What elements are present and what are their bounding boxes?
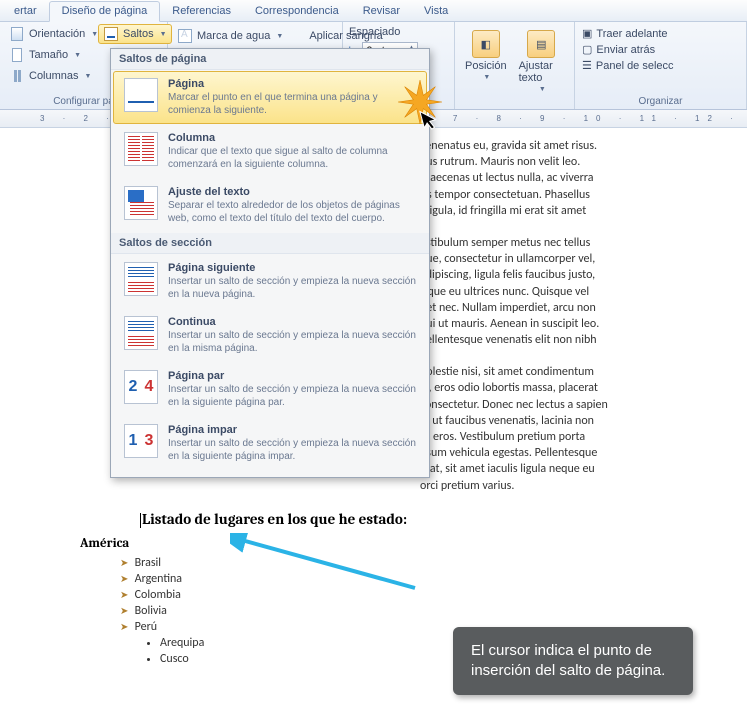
- send-backward-label: Enviar atrás: [596, 44, 655, 56]
- menu-item-page-break[interactable]: Página Marcar el punto en el que termina…: [113, 71, 427, 124]
- columns-icon: [9, 68, 25, 84]
- page-break-icon: [124, 78, 158, 112]
- text-wrap-break-icon: [124, 186, 158, 220]
- chevron-down-icon: ▼: [85, 73, 92, 80]
- instruction-callout: El cursor indica el punto de inserción d…: [453, 627, 693, 696]
- menu-item-desc: Separar el texto alrededor de los objeto…: [168, 200, 416, 225]
- tab-references[interactable]: Referencias: [160, 2, 243, 21]
- menu-section-section-breaks: Saltos de sección: [111, 233, 429, 254]
- text-cursor: [140, 513, 141, 528]
- wrap-text-icon: ▤: [527, 30, 555, 58]
- odd-page-icon: 13: [124, 424, 158, 458]
- watermark-label: Marca de agua: [197, 30, 270, 42]
- breaks-icon: [103, 26, 119, 42]
- menu-item-odd-page[interactable]: 13 Página impar Insertar un salto de sec…: [113, 417, 427, 470]
- menu-item-title: Columna: [168, 132, 416, 144]
- spacing-label: Espaciado: [347, 24, 450, 42]
- doc-heading: Listado de lugares en los que he estado:: [140, 510, 717, 528]
- menu-section-page-breaks: Saltos de página: [111, 49, 429, 70]
- menu-item-even-page[interactable]: 24 Página par Insertar un salto de secci…: [113, 363, 427, 416]
- menu-item-desc: Insertar un salto de sección y empieza l…: [168, 276, 416, 301]
- menu-item-desc: Insertar un salto de sección y empieza l…: [168, 438, 416, 463]
- next-page-icon: [124, 262, 158, 296]
- menu-item-desc: Insertar un salto de sección y empieza l…: [168, 384, 416, 409]
- bring-forward-button[interactable]: ▣ Traer adelante: [579, 26, 742, 41]
- chevron-down-icon: ▼: [160, 31, 167, 38]
- bring-forward-label: Traer adelante: [596, 28, 667, 40]
- send-backward-icon: ▢: [582, 43, 592, 56]
- breaks-label: Saltos: [123, 28, 154, 40]
- watermark-button[interactable]: Marca de agua ▼: [172, 26, 288, 46]
- position-label: Posición: [465, 60, 507, 72]
- size-label: Tamaño: [29, 49, 68, 61]
- send-backward-button[interactable]: ▢ Enviar atrás: [579, 42, 742, 57]
- bring-forward-icon: ▣: [582, 27, 592, 40]
- menu-item-title: Página: [168, 78, 416, 90]
- menu-item-title: Continua: [168, 316, 416, 328]
- position-icon: ◧: [472, 30, 500, 58]
- orientation-icon: [9, 26, 25, 42]
- menu-item-column-break[interactable]: Columna Indicar que el texto que sigue a…: [113, 125, 427, 178]
- tab-insert-partial[interactable]: ertar: [2, 2, 49, 21]
- tab-view[interactable]: Vista: [412, 2, 460, 21]
- menu-item-title: Página par: [168, 370, 416, 382]
- continuous-icon: [124, 316, 158, 350]
- menu-item-next-page[interactable]: Página siguiente Insertar un salto de se…: [113, 255, 427, 308]
- menu-item-desc: Insertar un salto de sección y empieza l…: [168, 330, 416, 355]
- menu-item-desc: Marcar el punto en el que termina una pá…: [168, 92, 416, 117]
- chevron-down-icon: ▼: [483, 74, 490, 81]
- menu-item-title: Página siguiente: [168, 262, 416, 274]
- tab-mail[interactable]: Correspondencia: [243, 2, 351, 21]
- breaks-dropdown-menu: Saltos de página Página Marcar el punto …: [110, 48, 430, 478]
- menu-item-title: Ajuste del texto: [168, 186, 416, 198]
- menu-item-text-wrapping-break[interactable]: Ajuste del texto Separar el texto alrede…: [113, 179, 427, 232]
- position-button[interactable]: ◧ Posición ▼: [459, 26, 513, 85]
- doc-heading-text: Listado de lugares en los que he estado:: [142, 510, 407, 528]
- wrap-text-label: Ajustar texto: [519, 60, 564, 84]
- selection-pane-button[interactable]: ☰ Panel de selecc: [579, 58, 742, 73]
- menu-item-title: Página impar: [168, 424, 416, 436]
- selection-pane-label: Panel de selecc: [596, 60, 674, 72]
- columns-label: Columnas: [29, 70, 79, 82]
- arrange-group-label: Organizar: [575, 94, 746, 109]
- wrap-text-button[interactable]: ▤ Ajustar texto ▼: [513, 26, 570, 97]
- tab-page-layout[interactable]: Diseño de página: [49, 1, 161, 22]
- list-item: Bolivia: [120, 603, 717, 619]
- selection-pane-icon: ☰: [582, 59, 592, 72]
- column-break-icon: [124, 132, 158, 166]
- chevron-down-icon: ▼: [74, 52, 81, 59]
- menu-item-continuous[interactable]: Continua Insertar un salto de sección y …: [113, 309, 427, 362]
- size-icon: [9, 47, 25, 63]
- menu-item-desc: Indicar que el texto que sigue al salto …: [168, 146, 416, 171]
- ribbon-tabs: ertar Diseño de página Referencias Corre…: [0, 0, 747, 22]
- chevron-down-icon: ▼: [276, 33, 283, 40]
- watermark-icon: [177, 28, 193, 44]
- tab-review[interactable]: Revisar: [351, 2, 412, 21]
- breaks-button[interactable]: Saltos ▼: [98, 24, 172, 44]
- chevron-down-icon: ▼: [539, 86, 546, 93]
- callout-arrow-icon: [230, 533, 420, 593]
- even-page-icon: 24: [124, 370, 158, 404]
- orientation-label: Orientación: [29, 28, 85, 40]
